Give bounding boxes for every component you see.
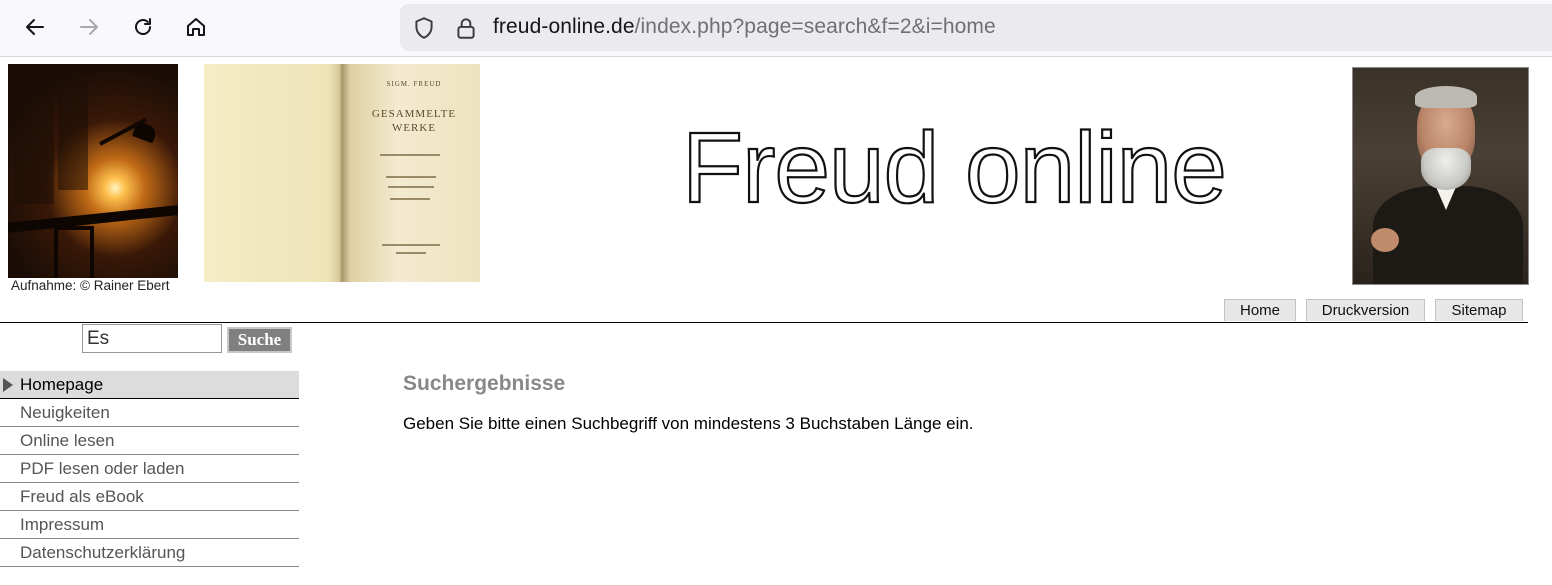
site-logo[interactable]: Freud online xyxy=(681,117,1228,219)
library-photo xyxy=(8,64,178,278)
sidebar-item-label: Datenschutzerklärung xyxy=(20,542,186,562)
home-button[interactable]: Home xyxy=(1224,299,1296,321)
book-title-line2: WERKE xyxy=(391,122,437,134)
sidebar-item-label: Online lesen xyxy=(20,430,115,450)
shield-icon[interactable] xyxy=(411,15,437,41)
search-input[interactable] xyxy=(82,324,222,353)
home-icon[interactable] xyxy=(179,10,213,44)
url-path: /index.php?page=search&f=2&i=home xyxy=(634,15,996,38)
sitemap-button[interactable]: Sitemap xyxy=(1435,299,1523,321)
search-message: Geben Sie bitte einen Suchbegriff von mi… xyxy=(403,414,974,433)
url-text[interactable]: freud-online.de/index.php?page=search&f=… xyxy=(493,15,996,39)
freud-portrait xyxy=(1352,67,1529,285)
search-button[interactable]: Suche xyxy=(227,327,292,353)
sidebar-item-online-lesen[interactable]: Online lesen xyxy=(0,427,299,455)
page-title: Suchergebnisse xyxy=(403,372,566,395)
sidebar-nav: Homepage Neuigkeiten Online lesen PDF le… xyxy=(0,371,299,567)
triangle-right-icon xyxy=(3,378,13,392)
book-title-line1: GESAMMELTE xyxy=(371,108,457,120)
url-bar[interactable]: freud-online.de/index.php?page=search&f=… xyxy=(400,4,1552,51)
sidebar-item-homepage[interactable]: Homepage xyxy=(0,371,299,399)
forward-arrow-icon[interactable] xyxy=(72,10,106,44)
print-version-button[interactable]: Druckversion xyxy=(1306,299,1425,321)
sidebar-item-ebook[interactable]: Freud als eBook xyxy=(0,483,299,511)
photo-caption: Aufnahme: © Rainer Ebert xyxy=(11,278,170,293)
sidebar-item-pdf[interactable]: PDF lesen oder laden xyxy=(0,455,299,483)
sidebar-item-label: PDF lesen oder laden xyxy=(20,458,185,478)
book-photo: SIGM. FREUD GESAMMELTE WERKE xyxy=(204,64,480,282)
sidebar-item-label: Neuigkeiten xyxy=(20,402,110,422)
sidebar-item-neuigkeiten[interactable]: Neuigkeiten xyxy=(0,399,299,427)
book-author: SIGM. FREUD xyxy=(386,80,442,88)
back-arrow-icon[interactable] xyxy=(18,10,52,44)
sidebar-item-label: Homepage xyxy=(20,374,104,394)
sidebar-item-impressum[interactable]: Impressum xyxy=(0,511,299,539)
browser-toolbar: freud-online.de/index.php?page=search&f=… xyxy=(0,0,1552,57)
sidebar-item-datenschutz[interactable]: Datenschutzerklärung xyxy=(0,539,299,567)
reload-icon[interactable] xyxy=(126,10,160,44)
lock-icon[interactable] xyxy=(453,15,479,41)
sidebar-item-label: Freud als eBook xyxy=(20,486,144,506)
url-domain: freud-online.de xyxy=(493,15,635,38)
header-divider xyxy=(0,322,1528,323)
sidebar-item-label: Impressum xyxy=(20,514,105,534)
